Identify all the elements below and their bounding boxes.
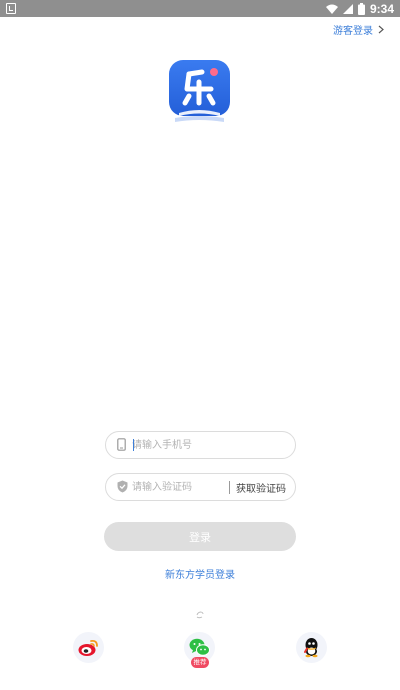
wifi-icon xyxy=(325,4,338,14)
notification-icon xyxy=(6,3,16,14)
cellular-signal-icon xyxy=(342,3,353,14)
agreement-check-icon[interactable] xyxy=(196,611,204,619)
status-bar: 9:34 xyxy=(0,0,400,17)
get-code-button[interactable]: 获取验证码 xyxy=(236,480,286,495)
mobile-phone-icon xyxy=(117,438,126,451)
app-logo xyxy=(169,60,230,122)
status-bar-right: 9:34 xyxy=(325,1,394,16)
text-cursor xyxy=(133,439,134,451)
member-login-link[interactable]: 新东方学员登录 xyxy=(165,570,235,581)
guest-login-link[interactable]: 游客登录 xyxy=(333,22,384,37)
status-time: 9:34 xyxy=(369,1,394,16)
phone-field[interactable] xyxy=(105,431,296,459)
qq-login-button[interactable] xyxy=(296,632,327,663)
verification-code-field[interactable]: 获取验证码 xyxy=(105,473,296,501)
qq-icon xyxy=(304,638,318,658)
recommended-badge: 推荐 xyxy=(191,657,209,668)
phone-input[interactable] xyxy=(132,436,282,454)
weibo-icon xyxy=(78,639,98,656)
field-divider xyxy=(229,481,230,494)
battery-icon xyxy=(357,2,365,15)
chevron-right-icon xyxy=(378,25,384,34)
weibo-login-button[interactable] xyxy=(73,632,104,663)
member-login-row: 新东方学员登录 xyxy=(0,566,400,581)
verification-code-input[interactable] xyxy=(132,478,224,496)
shield-icon xyxy=(117,480,128,493)
login-button[interactable]: 登录 xyxy=(104,522,296,551)
guest-login-label: 游客登录 xyxy=(333,26,373,37)
wechat-icon xyxy=(189,638,210,656)
